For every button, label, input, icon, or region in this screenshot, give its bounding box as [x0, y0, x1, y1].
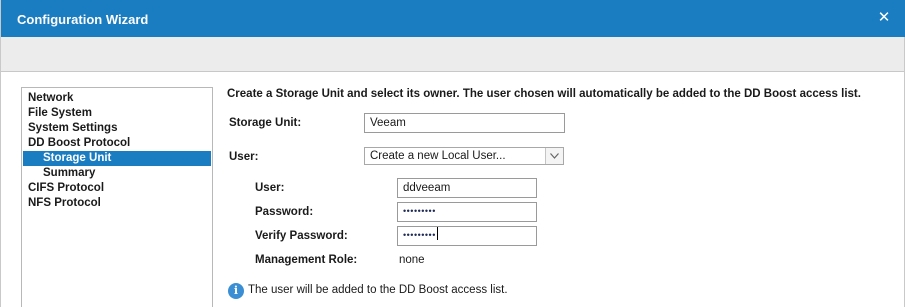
nav-item-file-system[interactable]: File System [22, 106, 212, 121]
text-cursor [436, 227, 438, 240]
wizard-steps-nav: Network File System System Settings DD B… [21, 87, 213, 307]
nav-item-system-settings[interactable]: System Settings [22, 121, 212, 136]
title-bar: Configuration Wizard ✕ [1, 0, 905, 37]
window-title: Configuration Wizard [17, 12, 149, 27]
user-dropdown-value: Create a new Local User... [370, 150, 506, 162]
password-label: Password: [255, 206, 314, 218]
nav-item-cifs-protocol[interactable]: CIFS Protocol [22, 181, 212, 196]
step-instructions: Create a Storage Unit and select its own… [227, 88, 861, 100]
management-role-value: none [399, 254, 425, 266]
storage-unit-label: Storage Unit: [229, 117, 302, 129]
close-icon[interactable]: ✕ [876, 8, 892, 28]
verify-password-label: Verify Password: [255, 230, 348, 242]
user-dropdown[interactable]: Create a new Local User... [364, 147, 564, 165]
info-message: The user will be added to the DD Boost a… [248, 284, 508, 296]
new-user-label: User: [255, 182, 285, 194]
chevron-down-icon[interactable] [545, 148, 563, 164]
verify-password-input[interactable]: ••••••••• [397, 226, 537, 246]
user-select-label: User: [229, 151, 259, 163]
password-input[interactable]: ••••••••• [397, 202, 537, 222]
nav-item-summary[interactable]: Summary [22, 166, 212, 181]
info-icon: i [228, 283, 244, 299]
nav-item-storage-unit[interactable]: Storage Unit [23, 151, 211, 166]
verify-password-value: ••••••••• [403, 230, 436, 240]
nav-item-network[interactable]: Network [22, 91, 212, 106]
management-role-label: Management Role: [255, 254, 358, 266]
nav-item-nfs-protocol[interactable]: NFS Protocol [22, 196, 212, 211]
configuration-wizard-window: Configuration Wizard ✕ Network File Syst… [0, 0, 905, 307]
new-user-input[interactable]: ddveeam [397, 178, 537, 198]
nav-item-dd-boost-protocol[interactable]: DD Boost Protocol [22, 136, 212, 151]
storage-unit-input[interactable]: Veeam [364, 113, 565, 133]
wizard-header-band [1, 37, 904, 72]
